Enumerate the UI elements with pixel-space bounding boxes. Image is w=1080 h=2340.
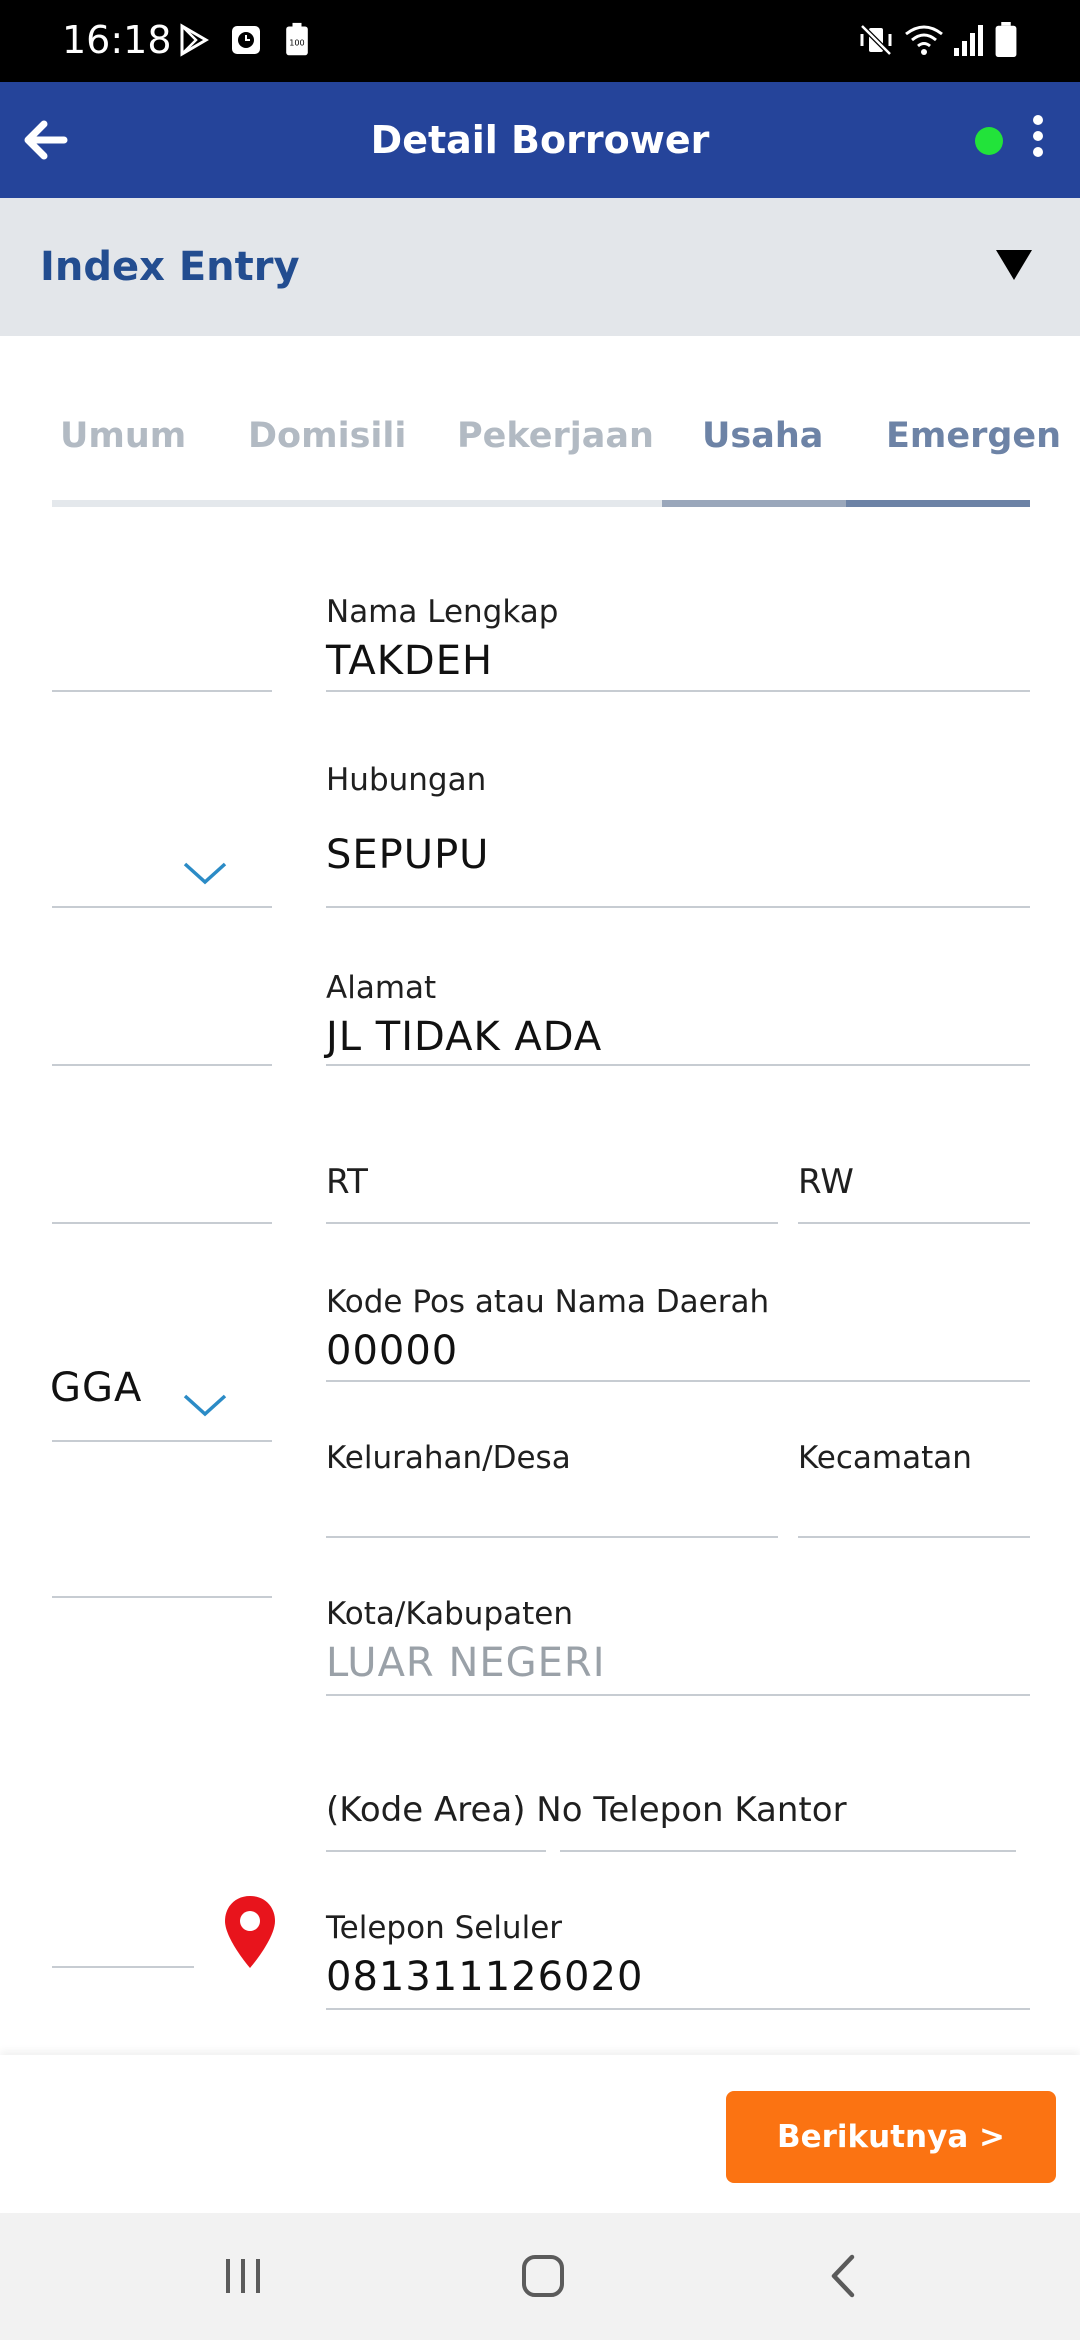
alamat-input[interactable]: JL TIDAK ADA: [326, 1014, 602, 1060]
kelurahan-label: Kelurahan/Desa: [326, 1440, 571, 1476]
clock-app-icon: [232, 26, 260, 54]
status-time: 16:18: [62, 18, 172, 62]
recent-apps-icon[interactable]: [210, 2243, 276, 2309]
system-nav-bar: [0, 2213, 1080, 2340]
hubungan-underline: [326, 906, 1030, 908]
tab-pekerjaan[interactable]: Pekerjaan: [457, 416, 654, 456]
bottom-action-bar: Berikutnya >: [0, 2055, 1080, 2213]
nama-lengkap-label: Nama Lengkap: [326, 594, 559, 630]
rw-label: RW: [798, 1162, 854, 1202]
battery-badge-icon: 100: [286, 22, 308, 56]
form-area: GGA Nama Lengkap TAKDEH Hubungan SEPUPU …: [0, 510, 1080, 2055]
svg-text:100: 100: [289, 37, 304, 47]
kode-area-input[interactable]: [326, 1850, 546, 1852]
back-nav-icon[interactable]: [812, 2243, 878, 2309]
hubungan-select[interactable]: SEPUPU: [326, 832, 489, 878]
left-field-4[interactable]: [52, 1222, 272, 1224]
rt-label: RT: [326, 1162, 368, 1202]
left-dropdown-value: GGA: [50, 1365, 143, 1411]
tab-indicator-emergency: [846, 500, 1030, 507]
kota-underline: [326, 1694, 1030, 1696]
next-button[interactable]: Berikutnya >: [726, 2091, 1056, 2183]
left-field-3[interactable]: [52, 1064, 272, 1066]
tab-umum[interactable]: Umum: [60, 416, 186, 456]
kota-label: Kota/Kabupaten: [326, 1596, 574, 1632]
chevron-down-icon[interactable]: [182, 860, 228, 888]
kecamatan-input[interactable]: [798, 1536, 1030, 1538]
page-title: Detail Borrower: [370, 118, 710, 162]
map-pin-icon[interactable]: [222, 1894, 278, 1970]
left-field-1[interactable]: [52, 690, 272, 692]
alamat-label: Alamat: [326, 970, 437, 1006]
left-field-6[interactable]: [52, 1596, 272, 1598]
hubungan-label: Hubungan: [326, 762, 487, 798]
left-field-2[interactable]: [52, 906, 272, 908]
wifi-icon: [905, 25, 943, 55]
app-bar: Detail Borrower: [0, 82, 1080, 198]
chevron-down-icon[interactable]: [182, 1392, 228, 1420]
left-field-7[interactable]: [52, 1966, 194, 1968]
kecamatan-label: Kecamatan: [798, 1440, 972, 1476]
telepon-seluler-label: Telepon Seluler: [326, 1910, 563, 1946]
nama-lengkap-underline: [326, 690, 1030, 692]
kode-pos-label: Kode Pos atau Nama Daerah: [326, 1284, 770, 1320]
battery-icon: [995, 22, 1017, 58]
telepon-kantor-label: (Kode Area) No Telepon Kantor: [326, 1790, 847, 1830]
tab-indicator-usaha: [662, 500, 846, 507]
collapse-triangle-icon[interactable]: [996, 250, 1032, 280]
status-bar: 16:18 100: [0, 0, 1080, 82]
play-store-icon: [180, 23, 209, 57]
alamat-underline: [326, 1064, 1030, 1066]
telepon-seluler-underline: [326, 2008, 1030, 2010]
section-title: Index Entry: [40, 244, 300, 290]
tab-bar: Umum Domisili Pekerjaan Usaha Emergen: [0, 400, 1080, 510]
nama-lengkap-input[interactable]: TAKDEH: [326, 638, 493, 684]
tab-domisili[interactable]: Domisili: [248, 416, 406, 456]
rt-input[interactable]: [326, 1222, 778, 1224]
tab-usaha[interactable]: Usaha: [702, 416, 823, 456]
kode-pos-underline: [326, 1380, 1030, 1382]
telepon-kantor-input[interactable]: [560, 1850, 1016, 1852]
kota-input: LUAR NEGERI: [326, 1640, 606, 1686]
online-status-indicator: [975, 127, 1003, 155]
kode-pos-input[interactable]: 00000: [326, 1328, 458, 1374]
tab-emergency[interactable]: Emergen: [886, 416, 1061, 456]
section-header-index-entry[interactable]: Index Entry: [0, 198, 1080, 336]
left-field-5[interactable]: [52, 1440, 272, 1442]
signal-icon: [954, 25, 983, 56]
more-options-icon[interactable]: [1024, 112, 1052, 168]
telepon-seluler-input[interactable]: 081311126020: [326, 1954, 643, 2000]
home-icon[interactable]: [510, 2243, 576, 2309]
kelurahan-input[interactable]: [326, 1536, 778, 1538]
vibrate-mute-icon: [860, 24, 892, 56]
rw-input[interactable]: [798, 1222, 1030, 1224]
